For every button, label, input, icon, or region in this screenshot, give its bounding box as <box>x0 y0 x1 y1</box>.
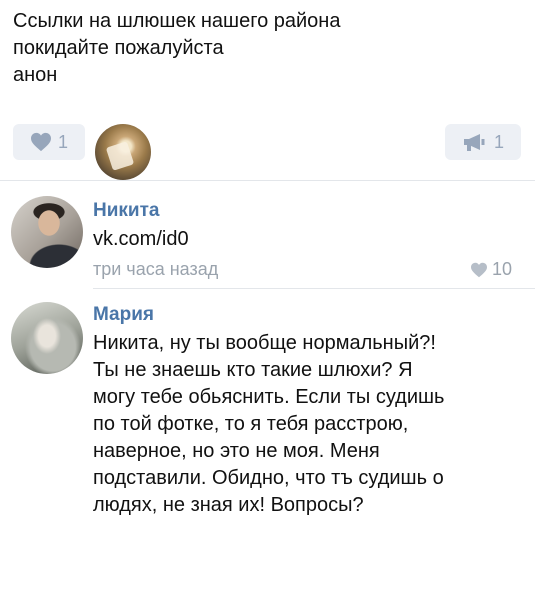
post-text-line: покидайте пожалуйста <box>13 37 224 59</box>
comment-text-line: подставили. Обидно, что тъ судишь о <box>93 467 444 489</box>
megaphone-icon <box>463 134 485 151</box>
post-actions: 1 1 <box>0 124 535 180</box>
share-button[interactable]: 1 <box>445 124 521 160</box>
avatar[interactable] <box>11 196 83 268</box>
heart-icon <box>30 132 51 152</box>
comment-like-button[interactable]: 10 <box>470 259 512 280</box>
comment-author[interactable]: Мария <box>93 304 154 326</box>
comment-time: три часа назад <box>93 259 219 279</box>
divider <box>0 180 535 181</box>
comment-text-line: Никита, ну ты вообще нормальный?! <box>93 332 436 354</box>
comment-text-line: по той фотке, то я тебя расстрою, <box>93 413 409 435</box>
like-button[interactable]: 1 <box>13 124 85 160</box>
like-count: 1 <box>57 131 68 152</box>
comment-text-line: наверное, но это не моя. Меня <box>93 440 380 462</box>
liker-avatar[interactable] <box>95 124 151 180</box>
comment-text: Никита, ну ты вообще нормальный?! Ты не … <box>93 330 444 519</box>
comment-text-line: могу тебе обьяснить. Если ты судишь <box>93 386 445 408</box>
post-text-line: Ссылки на шлюшек нашего района <box>13 10 341 32</box>
divider <box>93 288 535 289</box>
comment-text-line: Ты не знаешь кто такие шлюхи? Я <box>93 359 413 381</box>
post-text-line: анон <box>13 64 58 86</box>
share-count: 1 <box>493 131 504 152</box>
comment-text-line[interactable]: vk.com/id0 <box>93 226 189 253</box>
post-text: Ссылки на шлюшек нашего района покидайте… <box>13 8 513 89</box>
comment-author[interactable]: Никита <box>93 200 159 222</box>
avatar[interactable] <box>11 302 83 374</box>
comment-text: vk.com/id0 <box>93 226 189 253</box>
heart-icon <box>471 262 487 277</box>
comment-text-line: людях, не зная их! Вопросы? <box>93 494 364 516</box>
comment-like-count: 10 <box>492 259 513 279</box>
